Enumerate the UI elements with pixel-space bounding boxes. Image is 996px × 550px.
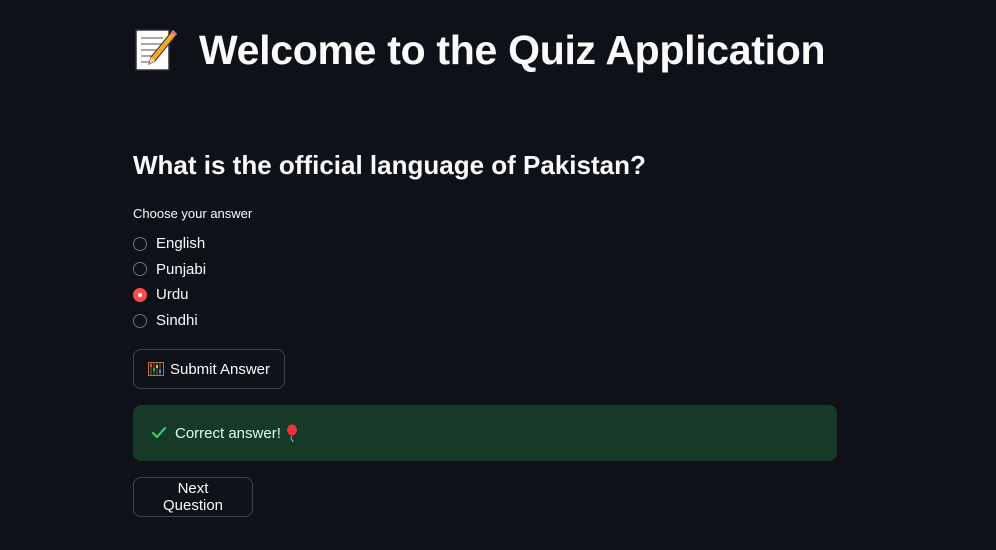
radio-option-label: English — [156, 235, 206, 253]
radio-button[interactable] — [133, 262, 147, 277]
title-text: Welcome to the Quiz Application — [199, 26, 826, 73]
abacus-icon — [147, 362, 164, 376]
radio-option-english[interactable]: English — [133, 231, 206, 257]
submit-button-label: Submit Answer — [169, 360, 271, 378]
radio-button[interactable] — [133, 236, 147, 251]
alert-text: Correct answer! — [175, 424, 281, 442]
radio-button-selected[interactable] — [133, 287, 147, 302]
page-title: Welcome to the Quiz Application — [133, 20, 826, 80]
submit-answer-button[interactable]: Submit Answer — [133, 349, 285, 389]
radio-option-label: Urdu — [156, 286, 189, 304]
success-alert: Correct answer! — [133, 405, 837, 461]
next-question-button[interactable]: Next Question — [133, 477, 253, 517]
next-button-label: Next Question — [162, 480, 224, 514]
balloon-icon — [285, 424, 299, 443]
checkmark-icon — [151, 426, 167, 440]
radio-group-label: Choose your answer — [133, 206, 253, 221]
radio-option-punjabi[interactable]: Punjabi — [133, 257, 206, 283]
radio-option-label: Sindhi — [156, 312, 198, 330]
radio-option-sindhi[interactable]: Sindhi — [133, 308, 206, 334]
radio-button[interactable] — [133, 313, 147, 328]
answer-radio-group: English Punjabi Urdu Sindhi — [133, 231, 206, 333]
question-heading: What is the official language of Pakista… — [133, 150, 646, 180]
radio-option-urdu[interactable]: Urdu — [133, 282, 206, 308]
memo-icon — [133, 25, 179, 75]
radio-option-label: Punjabi — [156, 260, 207, 278]
